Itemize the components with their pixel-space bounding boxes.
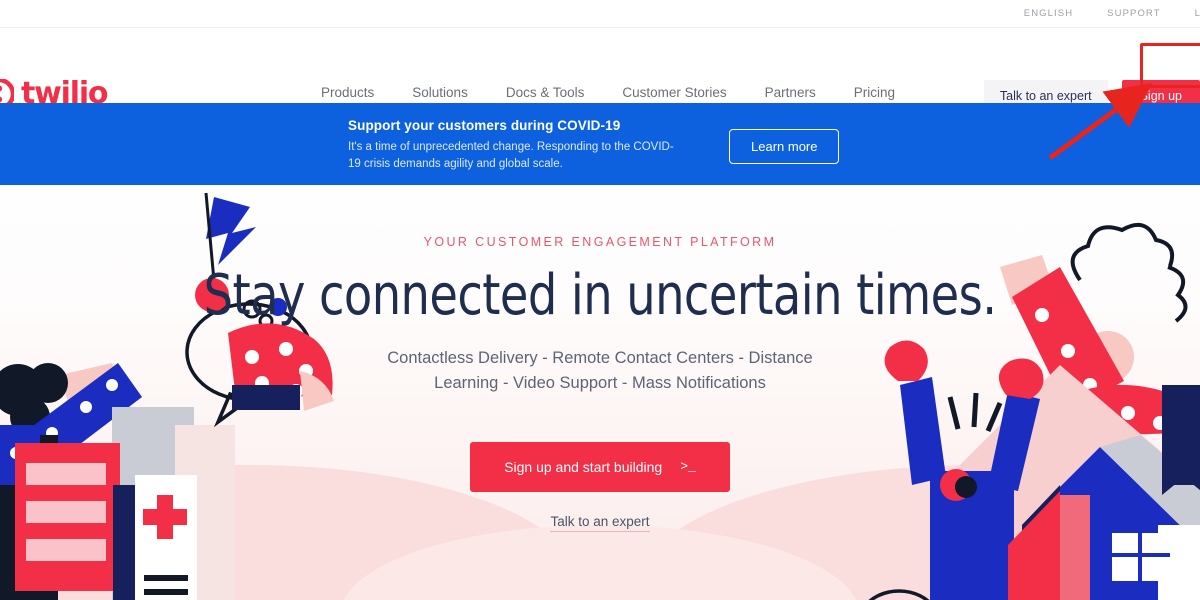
covid-banner-body: It's a time of unprecedented change. Res… (348, 141, 674, 170)
hero-subheading-line-2: Learning - Video Support - Mass Notifica… (434, 373, 766, 392)
nav-item-partners[interactable]: Partners (765, 85, 816, 100)
nav-links: Products Solutions Docs & Tools Customer… (321, 85, 895, 100)
cta-label: Sign up and start building (504, 458, 663, 475)
nav-item-pricing[interactable]: Pricing (854, 85, 895, 100)
covid-banner-title: Support your customers during COVID-19 (348, 118, 621, 133)
nav-item-products[interactable]: Products (321, 85, 374, 100)
hero-section: YOUR CUSTOMER ENGAGEMENT PLATFORM Stay c… (0, 185, 1200, 600)
hero-subheading: Contactless Delivery - Remote Contact Ce… (0, 346, 1200, 396)
nav-item-customer-stories[interactable]: Customer Stories (622, 85, 726, 100)
hero-talk-to-an-expert-link[interactable]: Talk to an expert (550, 514, 650, 532)
learn-more-button[interactable]: Learn more (729, 129, 840, 164)
annotation-arrow-icon (1048, 83, 1153, 161)
utility-link-support[interactable]: SUPPORT (1107, 8, 1160, 19)
signup-and-start-building-button[interactable]: Sign up and start building >_ (470, 441, 730, 492)
hero-headline: Stay connected in uncertain times. (203, 263, 997, 328)
hero-subheading-line-1: Contactless Delivery - Remote Contact Ce… (387, 348, 813, 367)
terminal-prompt-icon: >_ (680, 459, 696, 475)
twilio-homepage: ENGLISH SUPPORT LOG twilio Products Solu… (0, 0, 1200, 600)
hero-eyebrow: YOUR CUSTOMER ENGAGEMENT PLATFORM (423, 235, 777, 249)
hero-copy: YOUR CUSTOMER ENGAGEMENT PLATFORM Stay c… (0, 235, 1200, 532)
utility-link-english[interactable]: ENGLISH (1024, 8, 1073, 19)
nav-item-docs-tools[interactable]: Docs & Tools (506, 85, 585, 100)
nav-item-solutions[interactable]: Solutions (412, 85, 468, 100)
covid-banner: Support your customers during COVID-19 I… (0, 103, 1200, 185)
utility-bar: ENGLISH SUPPORT LOG (0, 0, 1200, 28)
main-navbar: twilio Products Solutions Docs & Tools C… (0, 29, 1200, 112)
utility-link-login[interactable]: LOG (1195, 8, 1200, 19)
